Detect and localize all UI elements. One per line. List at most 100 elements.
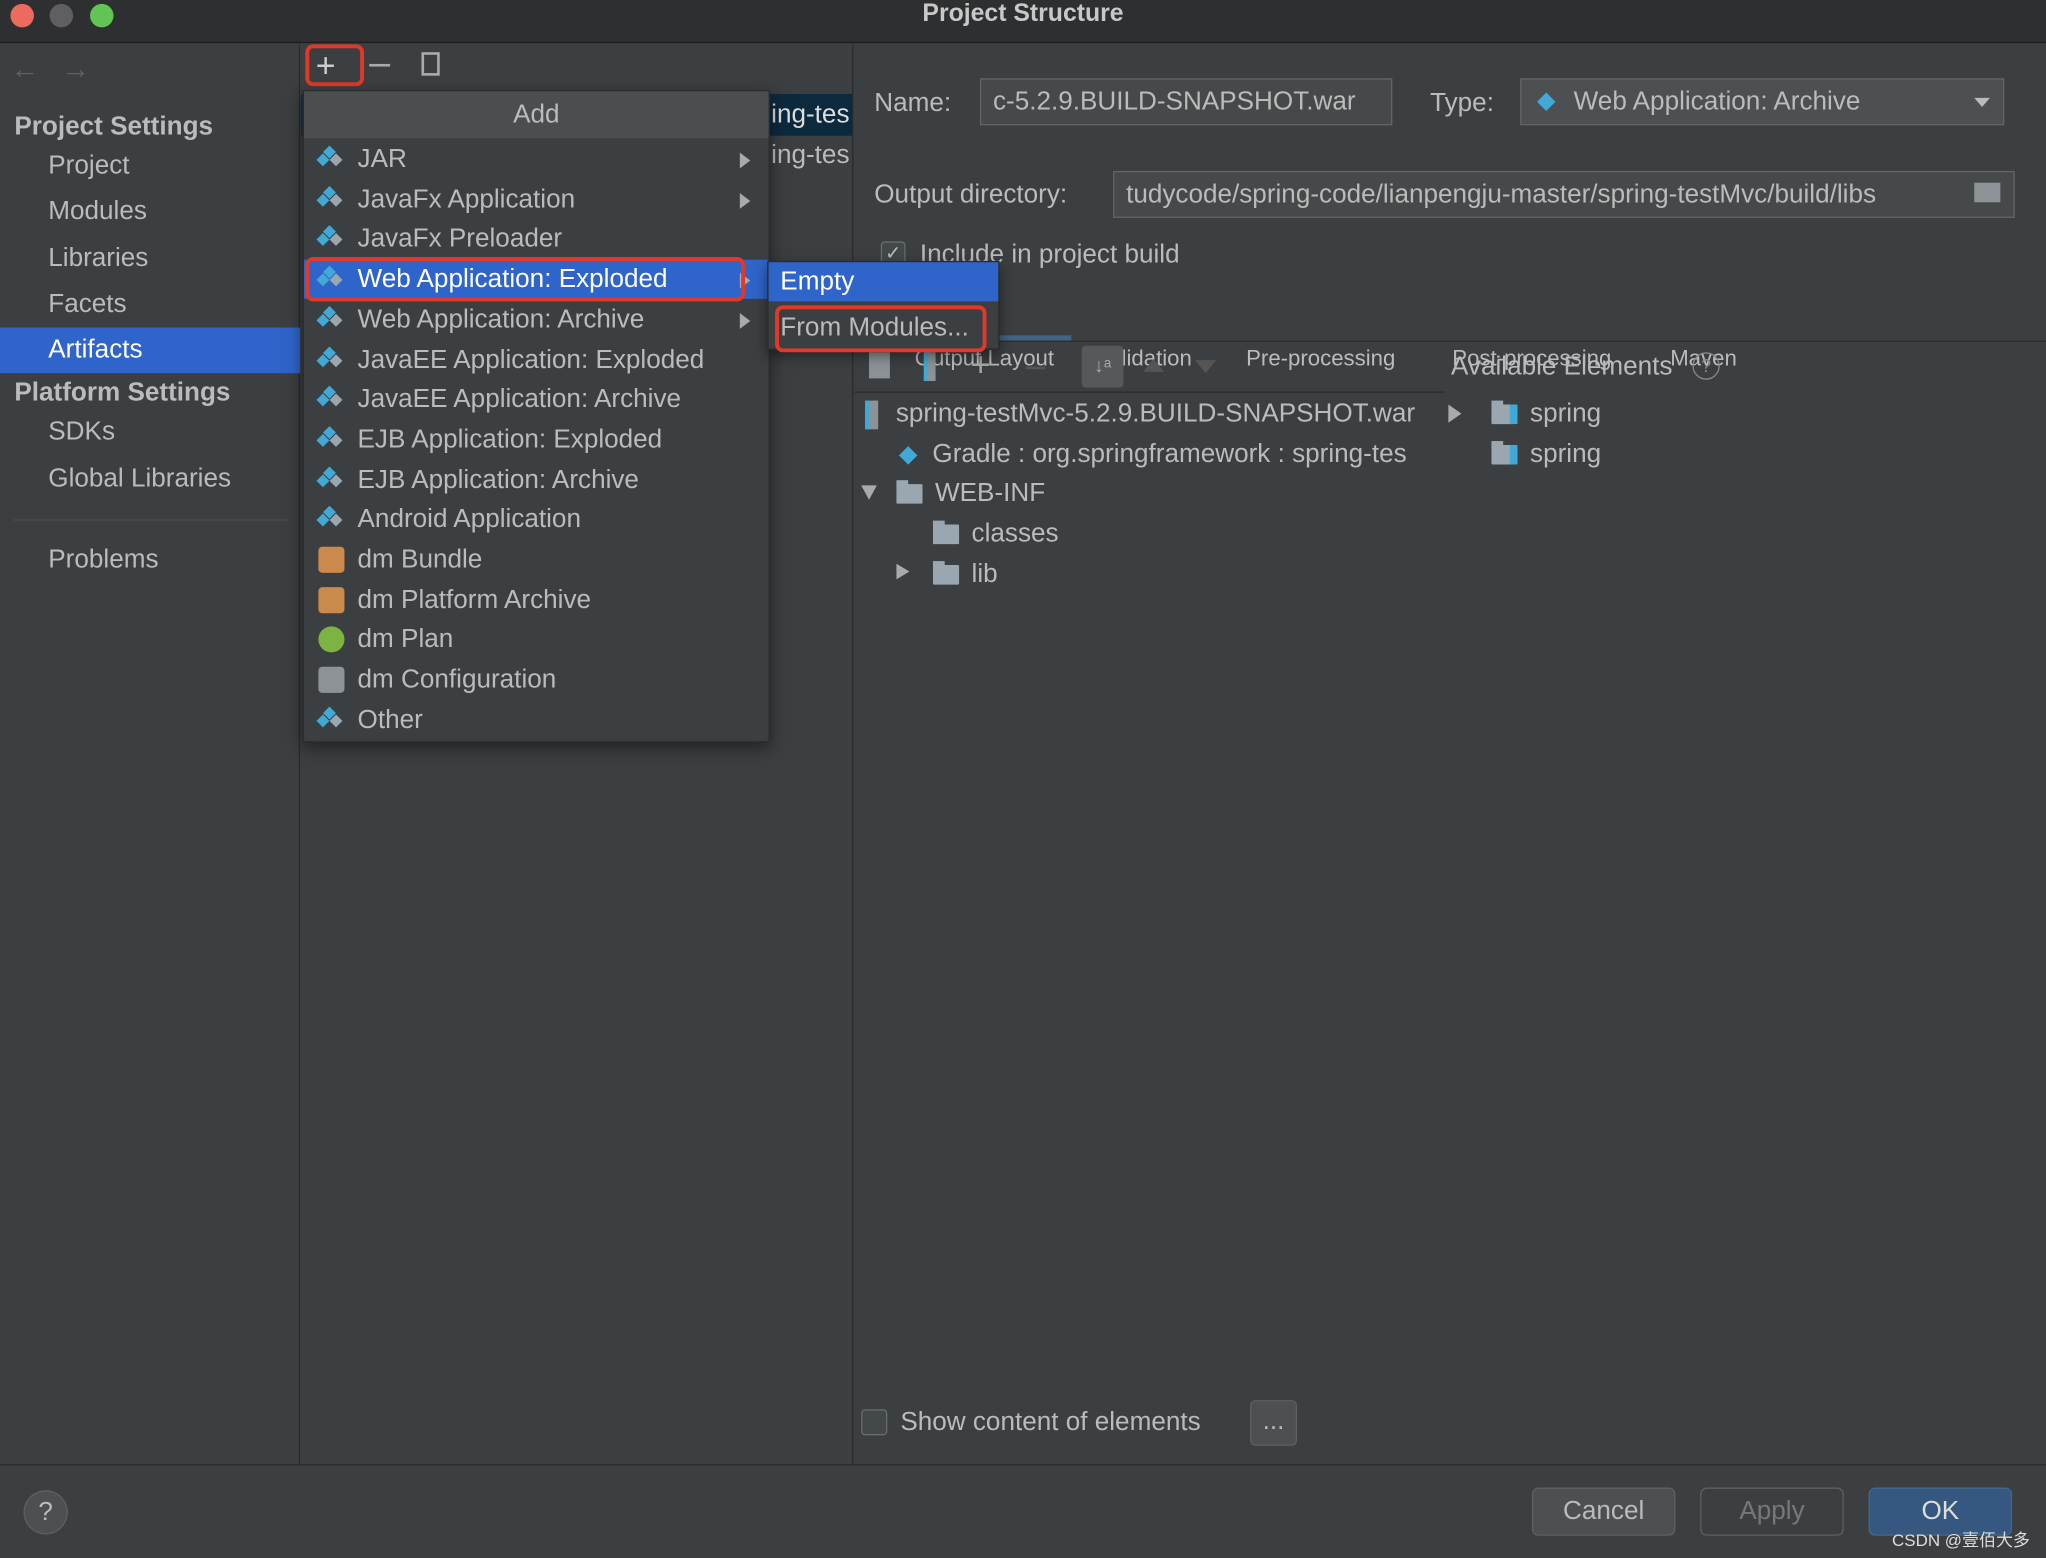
tree-item-classes[interactable]: classes bbox=[932, 514, 1059, 553]
move-down-icon[interactable] bbox=[1195, 360, 1217, 374]
submenu-item-empty[interactable]: Empty bbox=[768, 262, 999, 302]
artifact-icon bbox=[316, 706, 347, 733]
menu-item-dm-bundle[interactable]: dm Bundle bbox=[304, 540, 769, 579]
menu-item-label: JavaEE Application: Archive bbox=[357, 385, 682, 414]
window-title: Project Structure bbox=[922, 0, 1124, 28]
folder-icon bbox=[932, 520, 960, 545]
title-bar: Project Structure bbox=[0, 0, 2046, 44]
back-arrow-icon[interactable]: ← bbox=[10, 52, 39, 86]
help-icon[interactable]: ? bbox=[1692, 352, 1720, 380]
web-exploded-highlight-box bbox=[305, 257, 746, 302]
tree-item-label: lib bbox=[971, 559, 998, 589]
module-icon bbox=[1491, 400, 1518, 425]
expand-arrow-icon[interactable] bbox=[896, 563, 910, 580]
tabs-divider bbox=[854, 340, 2046, 342]
dm-config-icon bbox=[318, 666, 345, 693]
more-button[interactable]: ... bbox=[1250, 1400, 1298, 1446]
help-button[interactable]: ? bbox=[23, 1490, 68, 1535]
submenu-arrow-icon bbox=[739, 312, 751, 329]
available-elements-label: Available Elements bbox=[1450, 352, 1673, 382]
remove-artifact-button[interactable] bbox=[369, 63, 391, 67]
menu-item-jar[interactable]: JAR bbox=[304, 140, 769, 179]
tree-item-label: spring-testMvc-5.2.9.BUILD-SNAPSHOT.war bbox=[895, 399, 1416, 428]
remove-element-button[interactable] bbox=[1025, 366, 1046, 370]
menu-item-label: EJB Application: Exploded bbox=[357, 425, 663, 454]
new-folder-icon[interactable] bbox=[869, 352, 890, 379]
dm-plan-icon bbox=[318, 626, 345, 653]
sidebar-item-problems[interactable]: Problems bbox=[0, 538, 300, 584]
tab-pre-processing[interactable]: Pre-processing bbox=[1246, 344, 1395, 386]
type-label: Type: bbox=[1430, 88, 1494, 118]
chevron-down-icon bbox=[1974, 97, 1990, 107]
web-artifact-icon bbox=[316, 305, 347, 332]
add-artifact-menu: Add JAR JavaFx Application JavaFx Preloade… bbox=[302, 90, 770, 743]
name-input[interactable]: c-5.2.9.BUILD-SNAPSHOT.war bbox=[979, 78, 1393, 126]
archive-icon[interactable] bbox=[923, 352, 936, 382]
javaee-artifact-icon bbox=[316, 345, 347, 372]
available-item-spring[interactable]: spring bbox=[1491, 435, 1601, 474]
menu-item-android-application[interactable]: Android Application bbox=[304, 500, 769, 539]
forward-arrow-icon[interactable]: → bbox=[61, 52, 90, 86]
menu-item-dm-configuration[interactable]: dm Configuration bbox=[304, 660, 769, 699]
project-structure-window: Project Structure ← → Project Settings P… bbox=[0, 0, 2046, 1558]
folder-icon bbox=[932, 561, 960, 585]
menu-item-javaee-application-exploded[interactable]: JavaEE Application: Exploded bbox=[304, 340, 769, 379]
javaee-artifact-icon bbox=[316, 385, 347, 412]
sidebar-item-global-libraries[interactable]: Global Libraries bbox=[0, 457, 300, 503]
menu-item-label: EJB Application: Archive bbox=[357, 465, 639, 495]
show-content-checkbox[interactable] bbox=[861, 1409, 888, 1436]
menu-item-other[interactable]: Other bbox=[304, 700, 769, 739]
menu-item-label: JavaFx Preloader bbox=[357, 224, 563, 254]
tree-item-gradle[interactable]: Gradle : org.springframework : spring-te… bbox=[896, 435, 1407, 474]
menu-item-dm-platform-archive[interactable]: dm Platform Archive bbox=[304, 580, 769, 619]
expand-arrow-icon[interactable] bbox=[1448, 404, 1462, 423]
submenu-arrow-icon bbox=[739, 192, 751, 209]
artifact-icon bbox=[316, 506, 347, 533]
sidebar-divider bbox=[13, 519, 288, 521]
browse-folder-icon[interactable] bbox=[1974, 182, 2001, 203]
artifact-icon bbox=[316, 145, 347, 172]
collapse-arrow-icon[interactable] bbox=[861, 485, 877, 500]
web-artifact-icon bbox=[896, 442, 925, 468]
tree-item-war[interactable]: spring-testMvc-5.2.9.BUILD-SNAPSHOT.war bbox=[865, 394, 1415, 433]
footer-divider bbox=[0, 1464, 2046, 1466]
menu-item-javafx-preloader[interactable]: JavaFx Preloader bbox=[304, 220, 769, 259]
menu-item-javaee-application-archive[interactable]: JavaEE Application: Archive bbox=[304, 380, 769, 419]
sidebar-item-artifacts[interactable]: Artifacts bbox=[0, 327, 301, 374]
copy-artifact-icon[interactable] bbox=[421, 52, 440, 76]
available-item-label: spring bbox=[1530, 439, 1602, 469]
sidebar-item-modules[interactable]: Modules bbox=[0, 189, 300, 235]
move-up-icon[interactable] bbox=[1143, 358, 1164, 372]
show-content-label: Show content of elements bbox=[900, 1407, 1201, 1437]
add-artifact-button[interactable]: + bbox=[316, 46, 336, 86]
sidebar-item-facets[interactable]: Facets bbox=[0, 282, 300, 328]
menu-item-label: Web Application: Archive bbox=[357, 305, 645, 334]
layout-divider bbox=[854, 391, 1445, 393]
type-select[interactable]: Web Application: Archive bbox=[1520, 78, 2005, 126]
available-item-label: spring bbox=[1530, 399, 1602, 428]
module-icon bbox=[1491, 441, 1518, 465]
menu-item-dm-plan[interactable]: dm Plan bbox=[304, 620, 769, 659]
menu-item-javafx-application[interactable]: JavaFx Application bbox=[304, 180, 769, 219]
cancel-button[interactable]: Cancel bbox=[1531, 1487, 1676, 1536]
apply-button[interactable]: Apply bbox=[1700, 1487, 1844, 1536]
sidebar-item-project[interactable]: Project bbox=[0, 144, 300, 190]
menu-item-ejb-application-exploded[interactable]: EJB Application: Exploded bbox=[304, 420, 769, 459]
menu-item-ejb-application-archive[interactable]: EJB Application: Archive bbox=[304, 460, 769, 499]
artifact-details-panel: Name: c-5.2.9.BUILD-SNAPSHOT.war Type: W… bbox=[854, 44, 2046, 1465]
output-directory-input[interactable]: tudycode/spring-code/lianpengju-master/s… bbox=[1113, 170, 2015, 218]
tree-item-web-inf[interactable]: WEB-INF bbox=[896, 474, 1045, 513]
available-item-spring[interactable]: spring bbox=[1491, 394, 1601, 433]
menu-item-label: Android Application bbox=[357, 505, 581, 535]
sidebar: ← → Project Settings Project Modules Lib… bbox=[0, 44, 301, 1465]
ejb-artifact-icon bbox=[316, 425, 347, 453]
tree-item-lib[interactable]: lib bbox=[932, 555, 998, 594]
name-label: Name: bbox=[874, 88, 952, 118]
folder-icon bbox=[896, 480, 923, 504]
menu-item-web-application-archive[interactable]: Web Application: Archive bbox=[304, 300, 769, 339]
sidebar-item-libraries[interactable]: Libraries bbox=[0, 236, 300, 282]
artifact-icon bbox=[316, 185, 347, 212]
sidebar-item-sdks[interactable]: SDKs bbox=[0, 410, 300, 456]
output-directory-label: Output directory: bbox=[874, 180, 1068, 209]
sort-icon[interactable]: ↓ᵃ bbox=[1081, 345, 1124, 388]
